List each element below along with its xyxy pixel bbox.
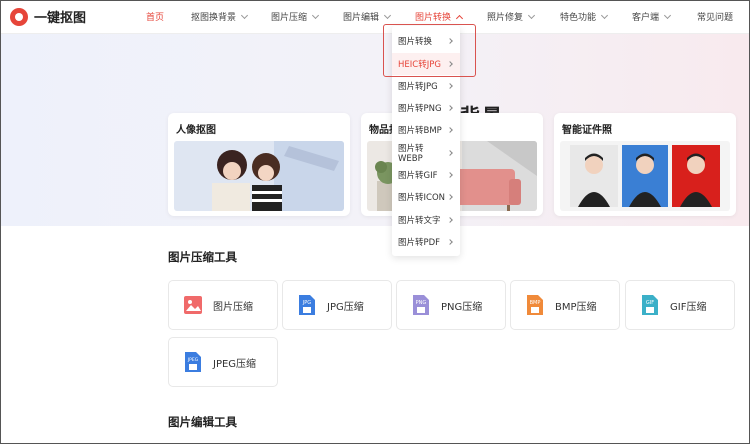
nav-client[interactable]: 客户端 — [632, 10, 672, 23]
dropdown-item-to-jpg[interactable]: 图片转JPG — [392, 75, 460, 97]
gif-badge: GIF — [646, 300, 654, 306]
nav-edit[interactable]: 图片编辑 — [343, 10, 392, 23]
bmp-badge: BMP — [530, 300, 541, 306]
chevron-right-icon — [447, 239, 453, 245]
dropdown-item-to-text[interactable]: 图片转文字 — [392, 209, 460, 231]
tool-label: 图片压缩 — [213, 301, 253, 313]
gif-file-icon: GIF — [640, 294, 660, 316]
chevron-down-icon — [311, 11, 320, 19]
highlight-annotation-box — [383, 24, 476, 77]
nav-convert[interactable]: 图片转换 — [415, 10, 464, 23]
chevron-right-icon — [447, 194, 453, 200]
tool-gif-compress[interactable]: GIF GIF压缩 — [625, 280, 735, 330]
tool-jpg-compress[interactable]: JPG JPG压缩 — [282, 280, 392, 330]
png-file-icon: PNG — [411, 294, 431, 316]
nav-home-label: 首页 — [146, 13, 165, 23]
nav-faq-label: 常见问题 — [697, 13, 734, 23]
tool-label: PNG压缩 — [441, 301, 483, 313]
dropdown-item-to-bmp[interactable]: 图片转BMP — [392, 119, 460, 141]
image-compress-icon — [183, 294, 203, 316]
dropdown-item-label: 图片转BMP — [398, 126, 442, 136]
card-id-photo[interactable]: 智能证件照 — [554, 113, 736, 216]
dropdown-item-label: 图片转PNG — [398, 104, 442, 114]
bmp-file-icon: BMP — [525, 294, 545, 316]
dropdown-item-to-png[interactable]: 图片转PNG — [392, 97, 460, 119]
top-header: 一键抠图 首页 抠图换背景 图片压缩 图片编辑 图片转换 照片修复 特色功能 客… — [0, 0, 750, 34]
nav-features-label: 特色功能 — [560, 13, 597, 23]
section-title-edit: 图片编辑工具 — [168, 415, 237, 429]
dropdown-item-to-pdf[interactable]: 图片转PDF — [392, 231, 460, 253]
nav-features[interactable]: 特色功能 — [560, 10, 609, 23]
dropdown-item-label: 图片转文字 — [398, 216, 441, 226]
nav-faq[interactable]: 常见问题 — [697, 10, 733, 23]
jpg-file-icon: JPG — [297, 294, 317, 316]
nav-convert-label: 图片转换 — [415, 13, 452, 23]
png-badge: PNG — [416, 300, 427, 306]
id-photo-image — [560, 141, 730, 211]
tool-label: JPG压缩 — [327, 301, 364, 313]
section-title-compress: 图片压缩工具 — [168, 250, 237, 264]
chevron-up-icon — [455, 14, 464, 22]
dropdown-item-label: 图片转JPG — [398, 82, 438, 92]
dropdown-item-label: 图片转PDF — [398, 238, 441, 248]
chevron-down-icon — [663, 11, 672, 19]
tool-image-compress[interactable]: 图片压缩 — [168, 280, 278, 330]
dropdown-item-label: 图片转ICON — [398, 193, 445, 203]
dropdown-item-to-icon[interactable]: 图片转ICON — [392, 186, 460, 208]
nav-repair-label: 照片修复 — [487, 13, 524, 23]
tool-label: BMP压缩 — [555, 301, 597, 313]
card-title: 人像抠图 — [176, 125, 216, 136]
dropdown-item-to-webp[interactable]: 图片转WEBP — [392, 142, 460, 164]
chevron-down-icon — [600, 11, 609, 19]
nav-compress[interactable]: 图片压缩 — [271, 10, 320, 23]
nav-home[interactable]: 首页 — [146, 10, 164, 23]
portrait-image — [174, 141, 344, 211]
jpg-badge: JPG — [302, 300, 311, 306]
tool-label: GIF压缩 — [670, 301, 707, 313]
chevron-right-icon — [447, 83, 453, 89]
chevron-right-icon — [447, 172, 453, 178]
nav-edit-label: 图片编辑 — [343, 13, 380, 23]
nav-repair[interactable]: 照片修复 — [487, 10, 536, 23]
chevron-right-icon — [447, 105, 453, 111]
nav-bg[interactable]: 抠图换背景 — [191, 10, 249, 23]
nav-compress-label: 图片压缩 — [271, 13, 308, 23]
jpeg-file-icon: JPEG — [183, 351, 203, 373]
dropdown-item-label: 图片转WEBP — [398, 144, 424, 164]
chevron-right-icon — [447, 150, 453, 156]
tool-png-compress[interactable]: PNG PNG压缩 — [396, 280, 506, 330]
card-title: 智能证件照 — [562, 125, 612, 136]
nav-bg-label: 抠图换背景 — [191, 13, 237, 23]
nav-client-label: 客户端 — [632, 13, 660, 23]
tool-label: JPEG压缩 — [213, 358, 257, 370]
main-nav: 首页 抠图换背景 图片压缩 图片编辑 图片转换 照片修复 特色功能 客户端 常见… — [0, 0, 750, 34]
chevron-right-icon — [447, 127, 453, 133]
card-portrait-cutout[interactable]: 人像抠图 — [168, 113, 350, 216]
chevron-down-icon — [383, 11, 392, 19]
chevron-down-icon — [240, 11, 249, 19]
dropdown-item-label: 图片转GIF — [398, 171, 438, 181]
chevron-right-icon — [447, 217, 453, 223]
tool-bmp-compress[interactable]: BMP BMP压缩 — [510, 280, 620, 330]
chevron-down-icon — [527, 11, 536, 19]
tool-jpeg-compress[interactable]: JPEG JPEG压缩 — [168, 337, 278, 387]
dropdown-item-to-gif[interactable]: 图片转GIF — [392, 164, 460, 186]
jpeg-badge: JPEG — [187, 357, 199, 363]
